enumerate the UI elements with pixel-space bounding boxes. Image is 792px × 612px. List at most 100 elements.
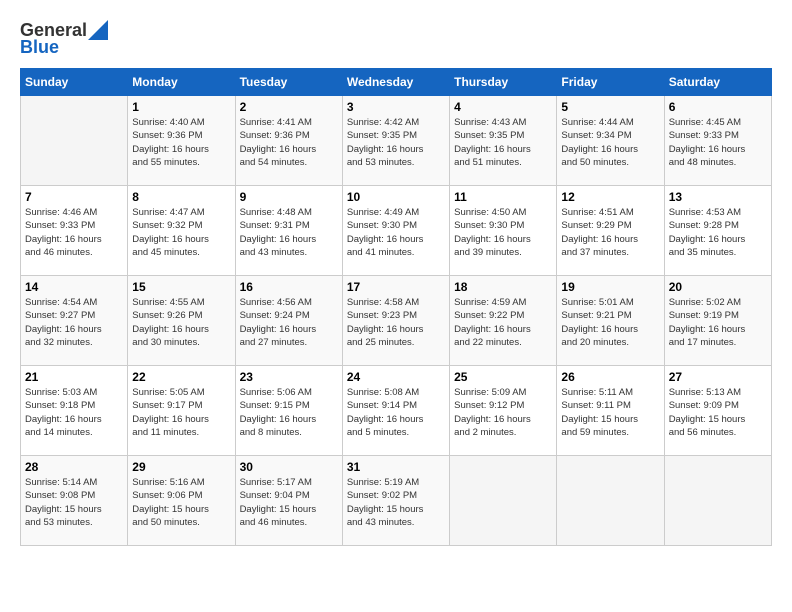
day-info: Sunrise: 5:14 AM Sunset: 9:08 PM Dayligh… bbox=[25, 476, 123, 529]
day-info: Sunrise: 5:13 AM Sunset: 9:09 PM Dayligh… bbox=[669, 386, 767, 439]
header-day-friday: Friday bbox=[557, 69, 664, 96]
day-number: 27 bbox=[669, 370, 767, 384]
day-number: 10 bbox=[347, 190, 445, 204]
day-number: 7 bbox=[25, 190, 123, 204]
day-info: Sunrise: 4:53 AM Sunset: 9:28 PM Dayligh… bbox=[669, 206, 767, 259]
day-info: Sunrise: 4:49 AM Sunset: 9:30 PM Dayligh… bbox=[347, 206, 445, 259]
day-info: Sunrise: 5:02 AM Sunset: 9:19 PM Dayligh… bbox=[669, 296, 767, 349]
calendar-cell: 31 Sunrise: 5:19 AM Sunset: 9:02 PM Dayli… bbox=[342, 456, 449, 546]
header-day-thursday: Thursday bbox=[450, 69, 557, 96]
calendar-cell: 30 Sunrise: 5:17 AM Sunset: 9:04 PM Dayli… bbox=[235, 456, 342, 546]
calendar-cell: 20 Sunrise: 5:02 AM Sunset: 9:19 PM Dayli… bbox=[664, 276, 771, 366]
calendar-cell: 26 Sunrise: 5:11 AM Sunset: 9:11 PM Dayli… bbox=[557, 366, 664, 456]
day-number: 19 bbox=[561, 280, 659, 294]
calendar-cell: 25 Sunrise: 5:09 AM Sunset: 9:12 PM Dayli… bbox=[450, 366, 557, 456]
day-info: Sunrise: 5:09 AM Sunset: 9:12 PM Dayligh… bbox=[454, 386, 552, 439]
day-info: Sunrise: 5:17 AM Sunset: 9:04 PM Dayligh… bbox=[240, 476, 338, 529]
calendar-cell: 2 Sunrise: 4:41 AM Sunset: 9:36 PM Daylig… bbox=[235, 96, 342, 186]
day-info: Sunrise: 5:19 AM Sunset: 9:02 PM Dayligh… bbox=[347, 476, 445, 529]
day-number: 2 bbox=[240, 100, 338, 114]
day-info: Sunrise: 4:41 AM Sunset: 9:36 PM Dayligh… bbox=[240, 116, 338, 169]
day-info: Sunrise: 4:43 AM Sunset: 9:35 PM Dayligh… bbox=[454, 116, 552, 169]
header-row: SundayMondayTuesdayWednesdayThursdayFrid… bbox=[21, 69, 772, 96]
day-info: Sunrise: 5:08 AM Sunset: 9:14 PM Dayligh… bbox=[347, 386, 445, 439]
day-info: Sunrise: 4:40 AM Sunset: 9:36 PM Dayligh… bbox=[132, 116, 230, 169]
calendar-cell: 4 Sunrise: 4:43 AM Sunset: 9:35 PM Daylig… bbox=[450, 96, 557, 186]
day-info: Sunrise: 5:16 AM Sunset: 9:06 PM Dayligh… bbox=[132, 476, 230, 529]
calendar-cell: 23Sunrise: 5:06 AM Sunset: 9:15 PM Dayli… bbox=[235, 366, 342, 456]
calendar-cell: 19 Sunrise: 5:01 AM Sunset: 9:21 PM Dayli… bbox=[557, 276, 664, 366]
calendar-cell: 16Sunrise: 4:56 AM Sunset: 9:24 PM Dayli… bbox=[235, 276, 342, 366]
day-info: Sunrise: 4:58 AM Sunset: 9:23 PM Dayligh… bbox=[347, 296, 445, 349]
day-info: Sunrise: 4:56 AM Sunset: 9:24 PM Dayligh… bbox=[240, 296, 338, 349]
day-number: 12 bbox=[561, 190, 659, 204]
header-day-monday: Monday bbox=[128, 69, 235, 96]
header-day-wednesday: Wednesday bbox=[342, 69, 449, 96]
calendar-cell: 9 Sunrise: 4:48 AM Sunset: 9:31 PM Daylig… bbox=[235, 186, 342, 276]
calendar-cell: 21 Sunrise: 5:03 AM Sunset: 9:18 PM Dayli… bbox=[21, 366, 128, 456]
day-info: Sunrise: 5:11 AM Sunset: 9:11 PM Dayligh… bbox=[561, 386, 659, 439]
calendar-cell: 22 Sunrise: 5:05 AM Sunset: 9:17 PM Dayli… bbox=[128, 366, 235, 456]
header-day-saturday: Saturday bbox=[664, 69, 771, 96]
day-info: Sunrise: 4:54 AM Sunset: 9:27 PM Dayligh… bbox=[25, 296, 123, 349]
day-number: 5 bbox=[561, 100, 659, 114]
logo: General Blue bbox=[20, 20, 108, 58]
calendar-cell bbox=[557, 456, 664, 546]
calendar-cell bbox=[664, 456, 771, 546]
day-number: 26 bbox=[561, 370, 659, 384]
day-info: Sunrise: 4:48 AM Sunset: 9:31 PM Dayligh… bbox=[240, 206, 338, 259]
day-info: Sunrise: 5:05 AM Sunset: 9:17 PM Dayligh… bbox=[132, 386, 230, 439]
calendar-cell: 5 Sunrise: 4:44 AM Sunset: 9:34 PM Daylig… bbox=[557, 96, 664, 186]
day-info: Sunrise: 4:59 AM Sunset: 9:22 PM Dayligh… bbox=[454, 296, 552, 349]
day-number: 4 bbox=[454, 100, 552, 114]
day-number: 3 bbox=[347, 100, 445, 114]
day-info: Sunrise: 5:01 AM Sunset: 9:21 PM Dayligh… bbox=[561, 296, 659, 349]
day-number: 25 bbox=[454, 370, 552, 384]
calendar-cell: 18 Sunrise: 4:59 AM Sunset: 9:22 PM Dayli… bbox=[450, 276, 557, 366]
day-number: 8 bbox=[132, 190, 230, 204]
calendar-cell bbox=[450, 456, 557, 546]
day-number: 20 bbox=[669, 280, 767, 294]
week-row-2: 7 Sunrise: 4:46 AM Sunset: 9:33 PM Daylig… bbox=[21, 186, 772, 276]
day-number: 29 bbox=[132, 460, 230, 474]
calendar-cell: 15Sunrise: 4:55 AM Sunset: 9:26 PM Dayli… bbox=[128, 276, 235, 366]
calendar-cell: 11Sunrise: 4:50 AM Sunset: 9:30 PM Dayli… bbox=[450, 186, 557, 276]
calendar-cell: 8Sunrise: 4:47 AM Sunset: 9:32 PM Daylig… bbox=[128, 186, 235, 276]
calendar-cell: 13 Sunrise: 4:53 AM Sunset: 9:28 PM Dayli… bbox=[664, 186, 771, 276]
day-info: Sunrise: 4:46 AM Sunset: 9:33 PM Dayligh… bbox=[25, 206, 123, 259]
day-info: Sunrise: 5:03 AM Sunset: 9:18 PM Dayligh… bbox=[25, 386, 123, 439]
day-number: 21 bbox=[25, 370, 123, 384]
calendar-cell: 17 Sunrise: 4:58 AM Sunset: 9:23 PM Dayli… bbox=[342, 276, 449, 366]
day-number: 22 bbox=[132, 370, 230, 384]
calendar-cell: 14 Sunrise: 4:54 AM Sunset: 9:27 PM Dayli… bbox=[21, 276, 128, 366]
day-number: 1 bbox=[132, 100, 230, 114]
day-number: 17 bbox=[347, 280, 445, 294]
day-number: 31 bbox=[347, 460, 445, 474]
day-info: Sunrise: 5:06 AM Sunset: 9:15 PM Dayligh… bbox=[240, 386, 338, 439]
day-number: 28 bbox=[25, 460, 123, 474]
day-info: Sunrise: 4:51 AM Sunset: 9:29 PM Dayligh… bbox=[561, 206, 659, 259]
day-number: 13 bbox=[669, 190, 767, 204]
day-number: 24 bbox=[347, 370, 445, 384]
calendar-cell: 3Sunrise: 4:42 AM Sunset: 9:35 PM Daylig… bbox=[342, 96, 449, 186]
calendar-cell: 6 Sunrise: 4:45 AM Sunset: 9:33 PM Daylig… bbox=[664, 96, 771, 186]
calendar-cell: 7 Sunrise: 4:46 AM Sunset: 9:33 PM Daylig… bbox=[21, 186, 128, 276]
day-number: 18 bbox=[454, 280, 552, 294]
header-day-tuesday: Tuesday bbox=[235, 69, 342, 96]
day-info: Sunrise: 4:44 AM Sunset: 9:34 PM Dayligh… bbox=[561, 116, 659, 169]
calendar-cell: 29 Sunrise: 5:16 AM Sunset: 9:06 PM Dayli… bbox=[128, 456, 235, 546]
calendar-table: SundayMondayTuesdayWednesdayThursdayFrid… bbox=[20, 68, 772, 546]
calendar-cell: 27 Sunrise: 5:13 AM Sunset: 9:09 PM Dayli… bbox=[664, 366, 771, 456]
calendar-cell: 1 Sunrise: 4:40 AM Sunset: 9:36 PM Daylig… bbox=[128, 96, 235, 186]
day-number: 11 bbox=[454, 190, 552, 204]
calendar-body: 1 Sunrise: 4:40 AM Sunset: 9:36 PM Daylig… bbox=[21, 96, 772, 546]
calendar-cell: 28 Sunrise: 5:14 AM Sunset: 9:08 PM Dayli… bbox=[21, 456, 128, 546]
day-info: Sunrise: 4:45 AM Sunset: 9:33 PM Dayligh… bbox=[669, 116, 767, 169]
day-number: 14 bbox=[25, 280, 123, 294]
day-number: 30 bbox=[240, 460, 338, 474]
calendar-cell: 24 Sunrise: 5:08 AM Sunset: 9:14 PM Dayli… bbox=[342, 366, 449, 456]
logo-blue-text: Blue bbox=[20, 37, 108, 58]
week-row-1: 1 Sunrise: 4:40 AM Sunset: 9:36 PM Daylig… bbox=[21, 96, 772, 186]
day-number: 9 bbox=[240, 190, 338, 204]
day-number: 6 bbox=[669, 100, 767, 114]
